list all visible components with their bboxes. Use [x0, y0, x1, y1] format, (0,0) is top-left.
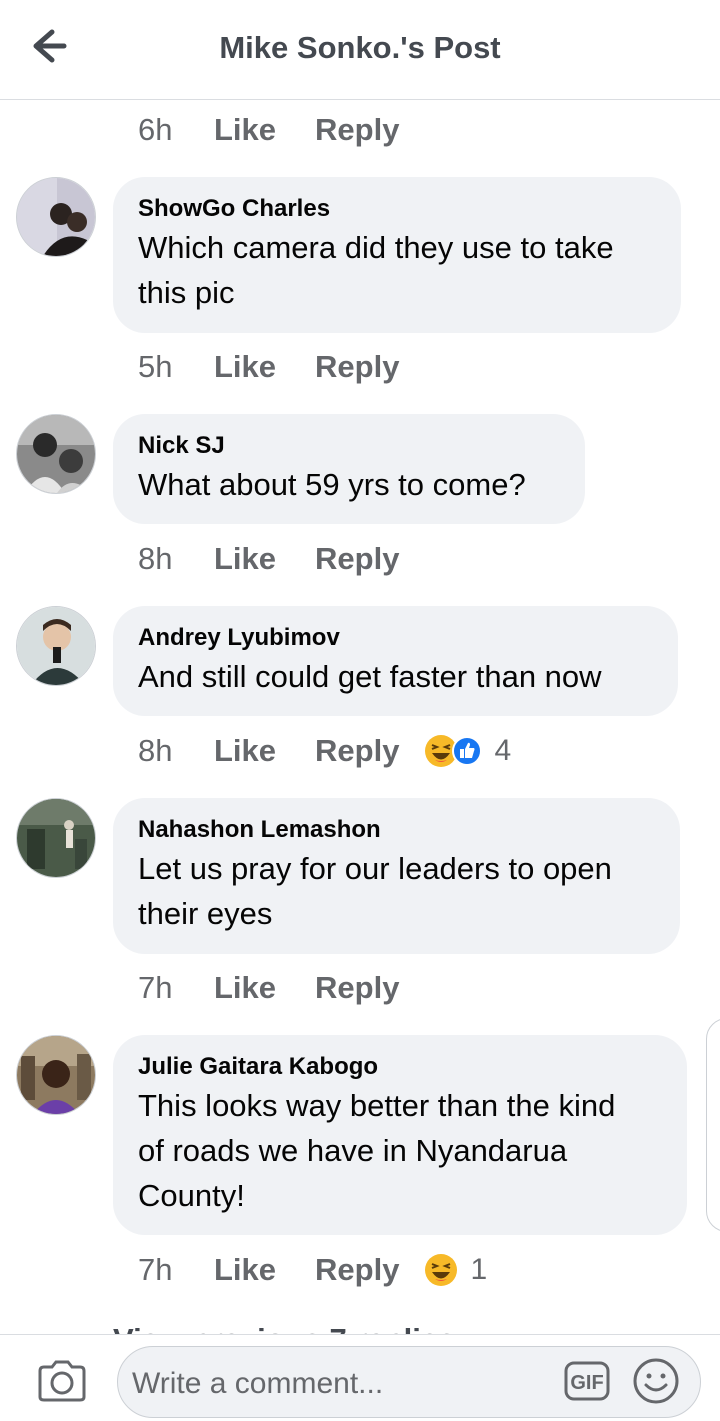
emoji-icon	[633, 1358, 679, 1404]
comment-time: 8h	[138, 541, 173, 576]
reaction-count: 4	[494, 734, 512, 767]
haha-icon	[425, 1254, 458, 1286]
reply-button[interactable]: Reply	[315, 112, 399, 148]
comment-time: 6h	[138, 112, 173, 147]
comment-text-line: Let us pray for our leaders to open	[138, 851, 612, 886]
comment-text-line: of roads we have in Nyandarua	[138, 1133, 568, 1168]
like-button[interactable]: Like	[214, 1252, 276, 1288]
reactions-summary[interactable]: 1	[424, 1253, 487, 1287]
comment-author[interactable]: ShowGo Charles	[138, 193, 654, 225]
gif-label: GIF	[570, 1372, 603, 1394]
reactions-summary[interactable]: 4	[424, 734, 511, 768]
comment-text-line: Which camera did they use to take	[138, 230, 614, 265]
post-header: Mike Sonko.'s Post	[0, 0, 720, 100]
comment-author[interactable]: Julie Gaitara Kabogo	[138, 1051, 660, 1083]
view-previous-replies-link[interactable]: View previous 7 replies	[113, 1318, 455, 1335]
like-button[interactable]: Like	[214, 970, 276, 1006]
comment-meta: 6h Like Reply	[138, 110, 399, 150]
reply-button[interactable]: Reply	[315, 733, 399, 769]
comment-input[interactable]: Write a comment... GIF	[117, 1346, 701, 1418]
comment-text-line: What about 59 yrs to come?	[138, 467, 526, 502]
avatar[interactable]	[16, 177, 96, 257]
page-title: Mike Sonko.'s Post	[219, 30, 501, 65]
like-button[interactable]: Like	[214, 349, 276, 385]
comment-text-line: this pic	[138, 275, 235, 310]
comment-composer: Write a comment... GIF	[0, 1334, 720, 1421]
comment-time: 8h	[138, 733, 173, 768]
comment-placeholder: Write a comment...	[132, 1367, 384, 1400]
reply-button[interactable]: Reply	[315, 1252, 399, 1288]
avatar[interactable]	[16, 1035, 96, 1115]
gif-button[interactable]: GIF	[564, 1361, 610, 1401]
comment-bubble[interactable]: Nick SJ What about 59 yrs to come?	[113, 414, 585, 524]
comment-text-line: their eyes	[138, 896, 273, 931]
avatar[interactable]	[16, 414, 96, 494]
comment-text-line: And still could get faster than now	[138, 659, 602, 694]
camera-button[interactable]	[36, 1359, 88, 1403]
camera-icon	[38, 1360, 86, 1402]
comment-meta: 7h Like Reply 1	[138, 1250, 487, 1290]
avatar[interactable]	[16, 606, 96, 686]
avatar[interactable]	[16, 798, 96, 878]
reply-button[interactable]: Reply	[315, 349, 399, 385]
reply-button[interactable]: Reply	[315, 970, 399, 1006]
like-icon	[452, 736, 483, 766]
side-panel-edge	[706, 1018, 720, 1232]
like-button[interactable]: Like	[214, 112, 276, 148]
comment-text-line: County!	[138, 1178, 245, 1213]
comment-bubble[interactable]: Andrey Lyubimov And still could get fast…	[113, 606, 678, 716]
comment-meta: 7h Like Reply	[138, 968, 399, 1008]
emoji-button[interactable]	[632, 1357, 680, 1405]
like-button[interactable]: Like	[214, 733, 276, 769]
comment-time: 7h	[138, 1252, 173, 1287]
gif-icon: GIF	[564, 1361, 610, 1401]
comment-bubble[interactable]: ShowGo Charles Which camera did they use…	[113, 177, 681, 333]
comment-time: 5h	[138, 349, 173, 384]
like-button[interactable]: Like	[214, 541, 276, 577]
comment-author[interactable]: Nick SJ	[138, 430, 558, 462]
comment-time: 7h	[138, 970, 173, 1005]
comment-author[interactable]: Andrey Lyubimov	[138, 622, 651, 654]
comment-text-line: This looks way better than the kind	[138, 1088, 616, 1123]
comment-bubble[interactable]: Nahashon Lemashon Let us pray for our le…	[113, 798, 680, 954]
comment-author[interactable]: Nahashon Lemashon	[138, 814, 653, 846]
comment-meta: 8h Like Reply 4	[138, 731, 511, 771]
comment-meta: 8h Like Reply	[138, 539, 399, 579]
reaction-count: 1	[470, 1253, 488, 1286]
comment-meta: 5h Like Reply	[138, 347, 399, 387]
reply-button[interactable]: Reply	[315, 541, 399, 577]
comment-bubble[interactable]: Julie Gaitara Kabogo This looks way bett…	[113, 1035, 687, 1235]
